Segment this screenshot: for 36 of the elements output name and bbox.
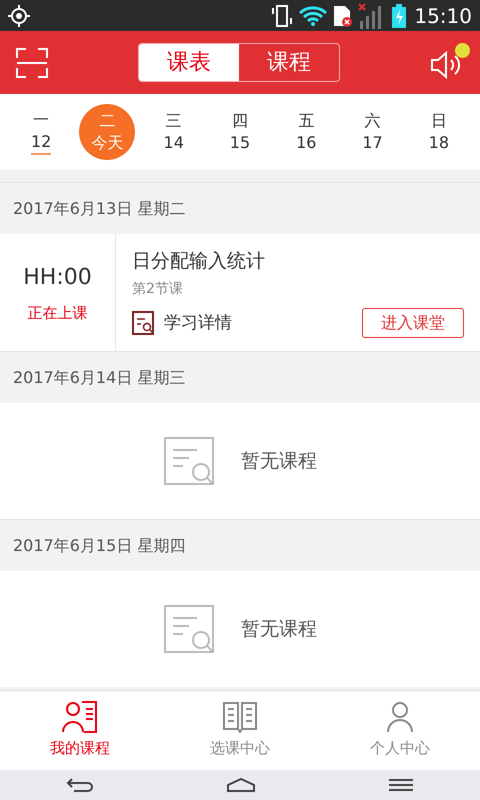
back-icon[interactable]: [66, 777, 94, 793]
day-button[interactable]: 日 18: [410, 104, 467, 160]
tab-bar-item[interactable]: 个人中心: [320, 691, 480, 770]
day-button[interactable]: 四 15: [212, 104, 268, 160]
schedule-tab[interactable]: 课程: [239, 44, 339, 81]
speaker-icon[interactable]: [430, 50, 462, 78]
document-search-icon: [132, 311, 156, 336]
day-button[interactable]: 一 12: [13, 104, 70, 160]
tab-bar-item[interactable]: 我的课程: [0, 691, 160, 770]
document-search-icon: [163, 604, 217, 654]
status-time: 15:10: [414, 2, 472, 30]
class-title: 日分配输入统计: [132, 248, 266, 274]
wifi-icon: [298, 4, 328, 26]
empty-message: 暂无课程: [241, 616, 317, 642]
class-period: 第2节课: [132, 280, 184, 300]
person-icon: [386, 701, 414, 734]
sim-card-icon: [332, 4, 354, 28]
tab-bar-item[interactable]: 选课中心: [160, 691, 320, 770]
schedule-tab[interactable]: 课表: [139, 44, 239, 81]
class-time: HH:00: [23, 264, 92, 292]
details-link[interactable]: 学习详情: [164, 310, 232, 336]
vibrate-icon: [270, 4, 294, 28]
day-button[interactable]: 五 16: [278, 104, 334, 160]
home-icon[interactable]: [226, 777, 256, 793]
empty-message: 暂无课程: [241, 448, 317, 474]
enter-classroom-button[interactable]: 进入课堂: [362, 308, 464, 338]
day-button[interactable]: 三 14: [146, 104, 202, 160]
location-icon: [8, 4, 30, 26]
day-button[interactable]: 六 17: [344, 104, 401, 160]
document-search-icon: [163, 436, 217, 486]
menu-icon[interactable]: [388, 778, 414, 792]
person-list-icon: [62, 701, 98, 734]
scan-icon[interactable]: [16, 48, 48, 78]
book-icon: [222, 701, 258, 734]
class-status: 正在上课: [28, 302, 88, 324]
battery-icon: [392, 4, 406, 28]
